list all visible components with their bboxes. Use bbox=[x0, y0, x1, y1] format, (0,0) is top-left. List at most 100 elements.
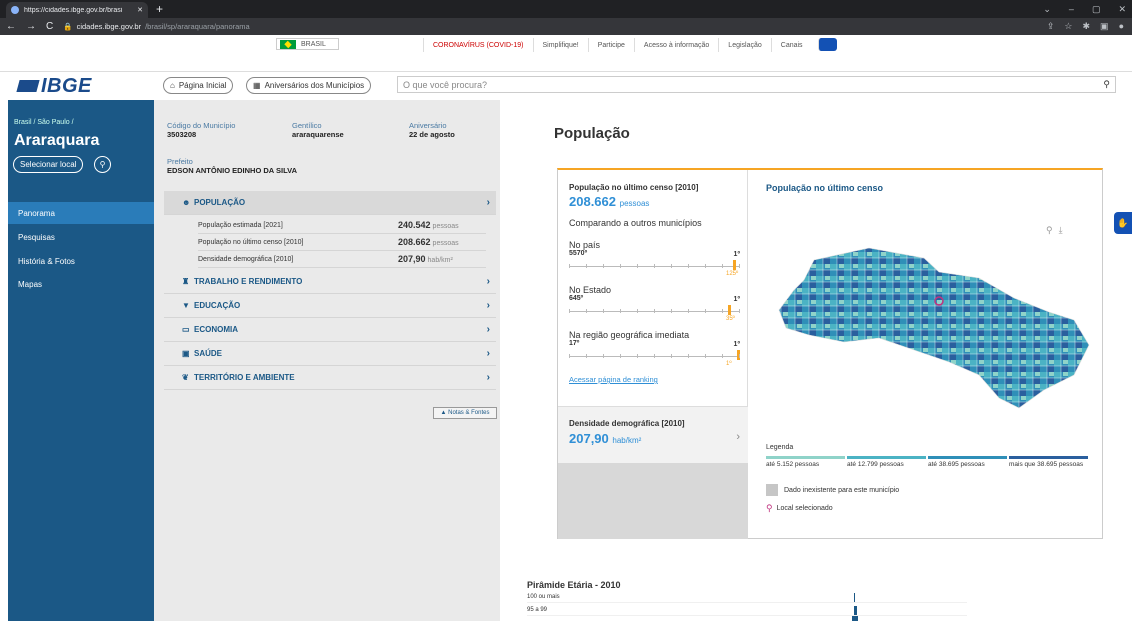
aniversario-block: Aniversário 22 de agosto bbox=[409, 121, 455, 139]
gov-link-simplifique[interactable]: Simplifique! bbox=[532, 38, 588, 52]
sidebar-item-pesquisas[interactable]: Pesquisas bbox=[8, 226, 154, 248]
back-icon[interactable]: ← bbox=[6, 21, 16, 32]
forward-icon[interactable]: → bbox=[26, 21, 36, 32]
url-path: /brasil/sp/araraquara/panorama bbox=[145, 22, 250, 31]
browser-tab[interactable]: https://cidades.ibge.gov.br/brasi ✕ bbox=[6, 2, 148, 18]
globe-icon bbox=[11, 6, 19, 14]
sao-paulo-map[interactable] bbox=[774, 240, 1094, 410]
close-window-icon[interactable]: ✕ bbox=[1118, 4, 1126, 15]
chevron-right-icon: › bbox=[486, 197, 490, 208]
section-territorio[interactable]: ❦ TERRITÓRIO E AMBIENTE › bbox=[164, 366, 496, 390]
pyramid-row: 95 a 99 bbox=[527, 605, 967, 616]
densidade-value: 207,90 bbox=[569, 431, 609, 446]
population-row: População estimada [2021] 240.542 pessoas bbox=[198, 217, 486, 234]
gov-link-canais[interactable]: Canais bbox=[770, 38, 812, 52]
gov-link-participe[interactable]: Participe bbox=[587, 38, 634, 52]
ranking-tick bbox=[705, 354, 706, 358]
section-populacao[interactable]: ☻ POPULAÇÃO › bbox=[164, 191, 496, 215]
anniversaries-button[interactable]: ▦ Aniversários dos Municípios bbox=[246, 77, 372, 94]
ranking-tick bbox=[569, 309, 570, 313]
address-bar[interactable]: 🔒 cidades.ibge.gov.br/brasil/sp/araraqua… bbox=[63, 20, 1037, 33]
nodata-legend: Dado inexistente para este município bbox=[766, 484, 899, 496]
ranking-tick bbox=[671, 309, 672, 313]
chevron-right-icon: › bbox=[486, 300, 490, 311]
ibge-logo[interactable]: IBGE bbox=[16, 75, 92, 98]
maximize-icon[interactable]: ▢ bbox=[1092, 4, 1101, 15]
chevron-right-icon: › bbox=[486, 348, 490, 359]
sidebar-item-panorama[interactable]: Panorama bbox=[8, 202, 154, 224]
close-tab-icon[interactable]: ✕ bbox=[137, 6, 143, 14]
prefeito-block: Prefeito EDSON ANTÔNIO EDINHO DA SILVA bbox=[167, 157, 297, 175]
aniversario-label: Aniversário bbox=[409, 121, 447, 130]
brasil-link[interactable]: BRASIL bbox=[276, 38, 339, 50]
city-name: Araraquara bbox=[14, 132, 100, 149]
section-educacao[interactable]: ▼ EDUCAÇÃO › bbox=[164, 294, 496, 318]
ranking-tick bbox=[671, 354, 672, 358]
worker-icon: ♜ bbox=[182, 277, 190, 286]
minimize-icon[interactable]: – bbox=[1069, 4, 1074, 14]
chevron-right-icon: › bbox=[486, 372, 490, 383]
nodata-label: Dado inexistente para este município bbox=[784, 486, 900, 494]
ranking-page-link[interactable]: Acessar página de ranking bbox=[569, 375, 658, 384]
brasil-label: BRASIL bbox=[301, 40, 326, 48]
share-icon[interactable]: ⇪ bbox=[1047, 21, 1055, 32]
ranking-pais: No país 5570º 1º 125º bbox=[569, 240, 740, 282]
home-button[interactable]: ⌂ Página Inicial bbox=[163, 77, 234, 94]
legend-item: mais que 38.695 pessoas bbox=[1009, 456, 1088, 469]
section-economia[interactable]: ▭ ECONOMIA › bbox=[164, 318, 496, 342]
population-row: População no último censo [2010] 208.662… bbox=[198, 234, 486, 251]
gov-link-legislacao[interactable]: Legislação bbox=[718, 38, 770, 52]
ranking-tick bbox=[603, 309, 604, 313]
sidebar: Brasil / São Paulo / Araraquara Selecion… bbox=[8, 100, 154, 621]
breadcrumb[interactable]: Brasil / São Paulo / bbox=[14, 119, 74, 126]
pyramid-age-label: 100 ou mais bbox=[527, 594, 560, 600]
ranking-first: 1º bbox=[733, 341, 740, 348]
state-shape[interactable] bbox=[778, 247, 1090, 409]
comparando-label: Comparando a outros municípios bbox=[569, 218, 702, 228]
logo-mark-icon bbox=[16, 80, 40, 92]
section-trabalho[interactable]: ♜ TRABALHO E RENDIMENTO › bbox=[164, 270, 496, 294]
pyramid-bar bbox=[852, 616, 858, 621]
location-pin-icon[interactable]: ⚲ bbox=[94, 156, 111, 173]
sidepanel-icon[interactable]: ▣ bbox=[1100, 21, 1109, 32]
reload-icon[interactable]: C bbox=[46, 21, 53, 32]
population-row: Densidade demográfica [2010] 207,90 hab/k… bbox=[198, 251, 486, 268]
section-saude[interactable]: ▣ SAÚDE › bbox=[164, 342, 496, 366]
ranking-tick bbox=[569, 354, 570, 358]
section-label: SAÚDE bbox=[194, 349, 223, 358]
gov-link-covid[interactable]: CORONAVÍRUS (COVID-19) bbox=[423, 38, 533, 52]
sidebar-item-mapas[interactable]: Mapas bbox=[8, 273, 154, 295]
search-icon[interactable]: ⚲ bbox=[1103, 79, 1110, 90]
bookmark-star-icon[interactable]: ☆ bbox=[1064, 21, 1072, 32]
ranking-tick bbox=[620, 264, 621, 268]
section-label: TERRITÓRIO E AMBIENTE bbox=[194, 373, 295, 382]
people-icon: ☻ bbox=[182, 198, 191, 207]
ranking-tick bbox=[586, 264, 587, 268]
pyramid-bar bbox=[854, 606, 857, 615]
zoom-icon[interactable]: ⚲ bbox=[1046, 225, 1053, 236]
ranking-tick bbox=[637, 309, 638, 313]
new-tab-button[interactable]: + bbox=[156, 2, 163, 16]
densidade-unit: hab/km² bbox=[612, 436, 642, 445]
pyramid-bar bbox=[854, 593, 855, 602]
tab-search-icon[interactable]: ⌄ bbox=[1043, 4, 1051, 15]
section-label: EDUCAÇÃO bbox=[194, 301, 241, 310]
accessibility-hand-icon[interactable]: ✋ bbox=[1114, 212, 1132, 234]
select-local-button[interactable]: Selecionar local bbox=[13, 156, 84, 173]
tab-title: https://cidades.ibge.gov.br/brasi bbox=[24, 6, 123, 14]
search-input[interactable]: O que você procura? ⚲ bbox=[397, 76, 1116, 93]
vlibras-icon[interactable] bbox=[817, 38, 837, 51]
ranking-tick bbox=[637, 354, 638, 358]
nodata-swatch bbox=[766, 484, 778, 496]
notas-fontes-button[interactable]: ▲ Notas & Fontes bbox=[433, 407, 497, 419]
profile-icon[interactable]: ● bbox=[1119, 21, 1124, 32]
extensions-puzzle-icon[interactable]: ✱ bbox=[1083, 21, 1091, 32]
densidade-panel[interactable]: Densidade demográfica [2010] 207,90 hab/… bbox=[558, 406, 748, 463]
ranking-marker bbox=[733, 260, 737, 270]
sidebar-item-historia[interactable]: História & Fotos bbox=[8, 250, 154, 272]
ranking-tick bbox=[705, 309, 706, 313]
download-icon[interactable]: ⤓ bbox=[1059, 225, 1063, 236]
ranking-first: 1º bbox=[733, 296, 740, 303]
ranking-position: 1º bbox=[726, 361, 732, 367]
gov-link-acesso[interactable]: Acesso à informação bbox=[633, 38, 718, 52]
